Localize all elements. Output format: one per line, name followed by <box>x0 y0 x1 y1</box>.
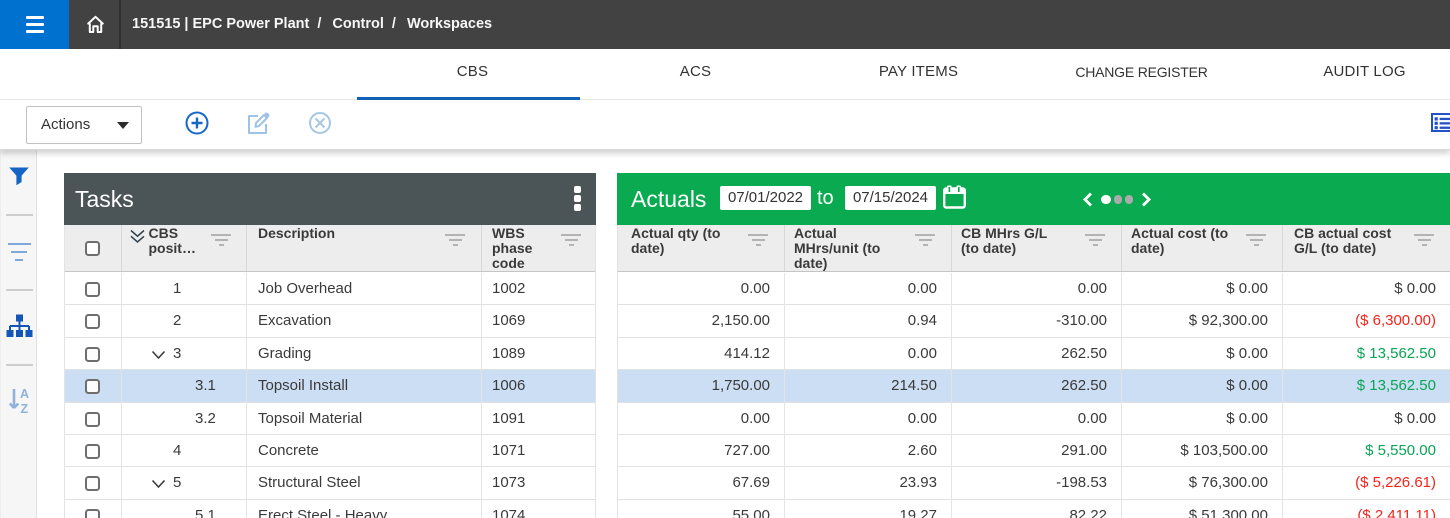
svg-text:Z: Z <box>21 402 29 415</box>
svg-text:A: A <box>20 388 29 401</box>
